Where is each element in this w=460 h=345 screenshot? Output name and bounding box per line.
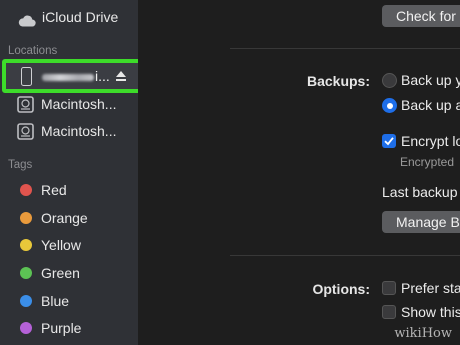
iphone-icon <box>21 67 32 86</box>
tag-label: Purple <box>41 320 82 336</box>
tag-label: Green <box>41 265 80 281</box>
prefer-standard-checkbox[interactable] <box>382 281 396 295</box>
backup-computer-radio[interactable] <box>382 98 397 113</box>
main-pane: Check for Backups: Back up y Back up a E… <box>138 0 460 345</box>
tag-color-dot <box>20 295 32 307</box>
tag-color-dot <box>20 267 32 279</box>
sidebar-tag-purple[interactable]: Purple <box>0 317 138 339</box>
sidebar-item-label: i... <box>95 68 110 84</box>
sidebar-tag-red[interactable]: Red <box>0 179 138 201</box>
sidebar-item-label: Macintosh... <box>41 96 117 112</box>
sidebar-item-macintosh-2[interactable]: Macintosh... <box>0 120 138 144</box>
sidebar-item-label: iCloud Drive <box>42 9 119 25</box>
tag-label: Yellow <box>41 237 81 253</box>
tag-label: Red <box>41 182 67 198</box>
eject-icon[interactable] <box>115 70 127 82</box>
tag-label: Orange <box>41 210 88 226</box>
prefer-standard-label: Prefer sta <box>401 280 460 296</box>
backups-label: Backups: <box>306 73 370 89</box>
hard-drive-icon <box>17 96 34 113</box>
last-backup-label: Last backup <box>382 184 458 200</box>
tag-label: Blue <box>41 293 70 309</box>
sidebar-tag-blue[interactable]: Blue <box>0 290 138 312</box>
sidebar-item-iphone[interactable]: i... <box>2 59 143 93</box>
hard-drive-icon <box>17 123 34 140</box>
wikihow-watermark: wikiHow <box>394 326 452 341</box>
sidebar-item-macintosh-1[interactable]: Macintosh... <box>0 93 138 117</box>
encrypted-subtext: Encrypted <box>400 155 455 169</box>
show-this-label: Show this <box>401 304 460 320</box>
sidebar-tag-yellow[interactable]: Yellow <box>0 234 138 256</box>
sidebar-item-label: Macintosh... <box>41 123 117 139</box>
device-name-blurred <box>42 74 94 81</box>
check-for-update-button[interactable]: Check for <box>382 5 460 27</box>
backup-icloud-radio[interactable] <box>382 73 397 88</box>
manage-backups-button[interactable]: Manage B <box>382 211 460 233</box>
backup-option-1-label: Back up y <box>401 72 460 88</box>
tag-color-dot <box>20 212 32 224</box>
tag-color-dot <box>20 239 32 251</box>
checkmark-icon <box>384 137 394 146</box>
tag-color-dot <box>20 322 32 334</box>
locations-header: Locations <box>8 45 58 57</box>
encrypt-backup-checkbox[interactable] <box>382 134 396 148</box>
options-label: Options: <box>312 281 370 297</box>
sidebar-tag-green[interactable]: Green <box>0 262 138 284</box>
cloud-icon <box>18 15 36 27</box>
show-this-checkbox[interactable] <box>382 305 396 319</box>
sidebar: iCloud Drive Locations i... Macintosh...… <box>0 0 143 345</box>
divider <box>230 255 460 256</box>
tag-color-dot <box>20 184 32 196</box>
encrypt-backup-label: Encrypt lo <box>401 133 460 149</box>
backup-option-2-label: Back up a <box>401 97 460 113</box>
sidebar-item-icloud-drive[interactable]: iCloud Drive <box>0 5 138 29</box>
divider <box>230 48 460 49</box>
sidebar-tag-orange[interactable]: Orange <box>0 207 138 229</box>
tags-header: Tags <box>8 159 33 171</box>
